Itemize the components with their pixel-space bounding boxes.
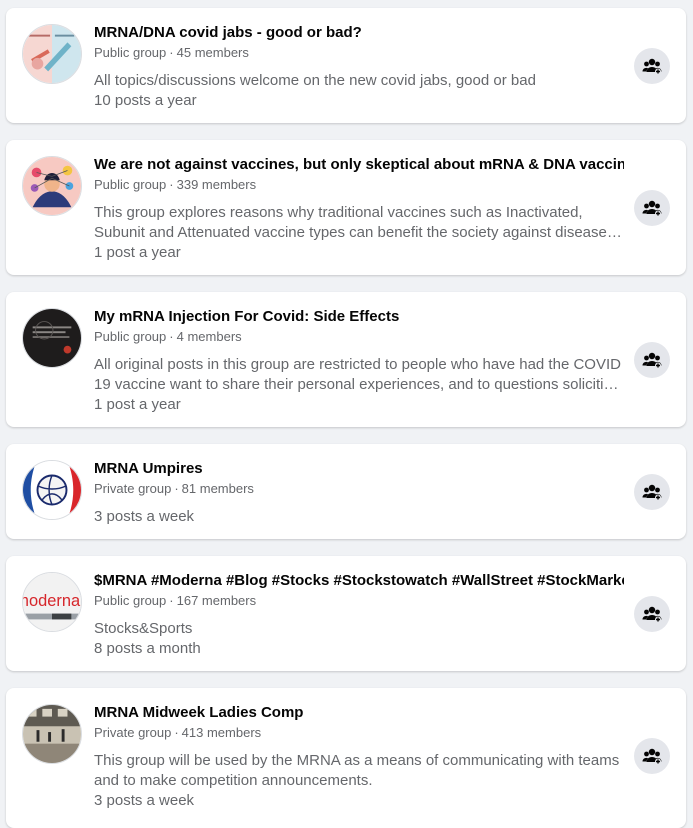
join-group-button[interactable] [634, 738, 670, 774]
join-group-button[interactable] [634, 190, 670, 226]
join-group-icon [642, 198, 662, 218]
group-card: MRNA Umpires Private group · 81 members 3 … [6, 444, 686, 539]
group-privacy: Private group [94, 725, 172, 740]
group-activity: 1 post a year [94, 244, 181, 261]
group-privacy: Public group [94, 45, 167, 60]
group-member-count: 4 members [176, 329, 242, 344]
join-group-icon [642, 56, 662, 76]
group-description: This group will be used by the MRNA as a… [94, 752, 620, 789]
group-card: MRNA/DNA covid jabs - good or bad? Publi… [6, 8, 686, 123]
group-name-link[interactable]: MRNA Umpires [94, 459, 624, 479]
group-name-link[interactable]: $MRNA #Moderna #Blog #Stocks #Stockstowa… [94, 571, 624, 591]
group-avatar[interactable]: moderna [22, 572, 82, 632]
group-privacy: Public group [94, 593, 167, 608]
group-avatar[interactable] [22, 24, 82, 84]
group-description: This group explores reasons why traditio… [94, 204, 619, 241]
group-name-link[interactable]: My mRNA Injection For Covid: Side Effect… [94, 307, 624, 327]
group-activity: 3 posts a week [94, 508, 195, 525]
group-description: All original posts in this group are res… [94, 356, 621, 393]
group-member-count: 81 members [181, 481, 254, 496]
group-card: moderna $MRNA #Moderna #Blog #Stocks #St… [6, 556, 686, 671]
group-avatar[interactable] [22, 308, 82, 368]
group-name-link[interactable]: MRNA/DNA covid jabs - good or bad? [94, 23, 624, 43]
group-privacy: Private group [94, 481, 172, 496]
join-group-button[interactable] [634, 342, 670, 378]
group-privacy: Public group [94, 177, 167, 192]
join-group-icon [642, 604, 662, 624]
group-activity: 1 post a year [94, 396, 181, 413]
group-member-count: 413 members [181, 725, 262, 740]
group-privacy: Public group [94, 329, 167, 344]
group-card: MRNA Midweek Ladies Comp Private group · 4… [6, 688, 686, 828]
join-group-button[interactable] [634, 48, 670, 84]
group-description: Stocks&Sports [94, 620, 193, 637]
group-description: All topics/discussions welcome on the ne… [94, 72, 536, 89]
moderna-logo: moderna [23, 592, 81, 610]
group-name-link[interactable]: We are not against vaccines, but only sk… [94, 155, 624, 175]
join-group-icon [642, 482, 662, 502]
group-card: My mRNA Injection For Covid: Side Effect… [6, 292, 686, 427]
group-search-results: MRNA/DNA covid jabs - good or bad? Publi… [0, 0, 693, 828]
join-group-icon [642, 350, 662, 370]
group-activity: 3 posts a week [94, 792, 195, 809]
join-group-button[interactable] [634, 596, 670, 632]
group-member-count: 45 members [176, 45, 249, 60]
join-group-icon [642, 746, 662, 766]
group-member-count: 339 members [176, 177, 257, 192]
group-avatar[interactable] [22, 156, 82, 216]
group-avatar[interactable] [22, 704, 82, 764]
group-name-link[interactable]: MRNA Midweek Ladies Comp [94, 703, 624, 723]
group-avatar[interactable] [22, 460, 82, 520]
group-activity: 8 posts a month [94, 640, 201, 657]
group-card: We are not against vaccines, but only sk… [6, 140, 686, 275]
group-member-count: 167 members [176, 593, 257, 608]
join-group-button[interactable] [634, 474, 670, 510]
group-activity: 10 posts a year [94, 92, 197, 109]
